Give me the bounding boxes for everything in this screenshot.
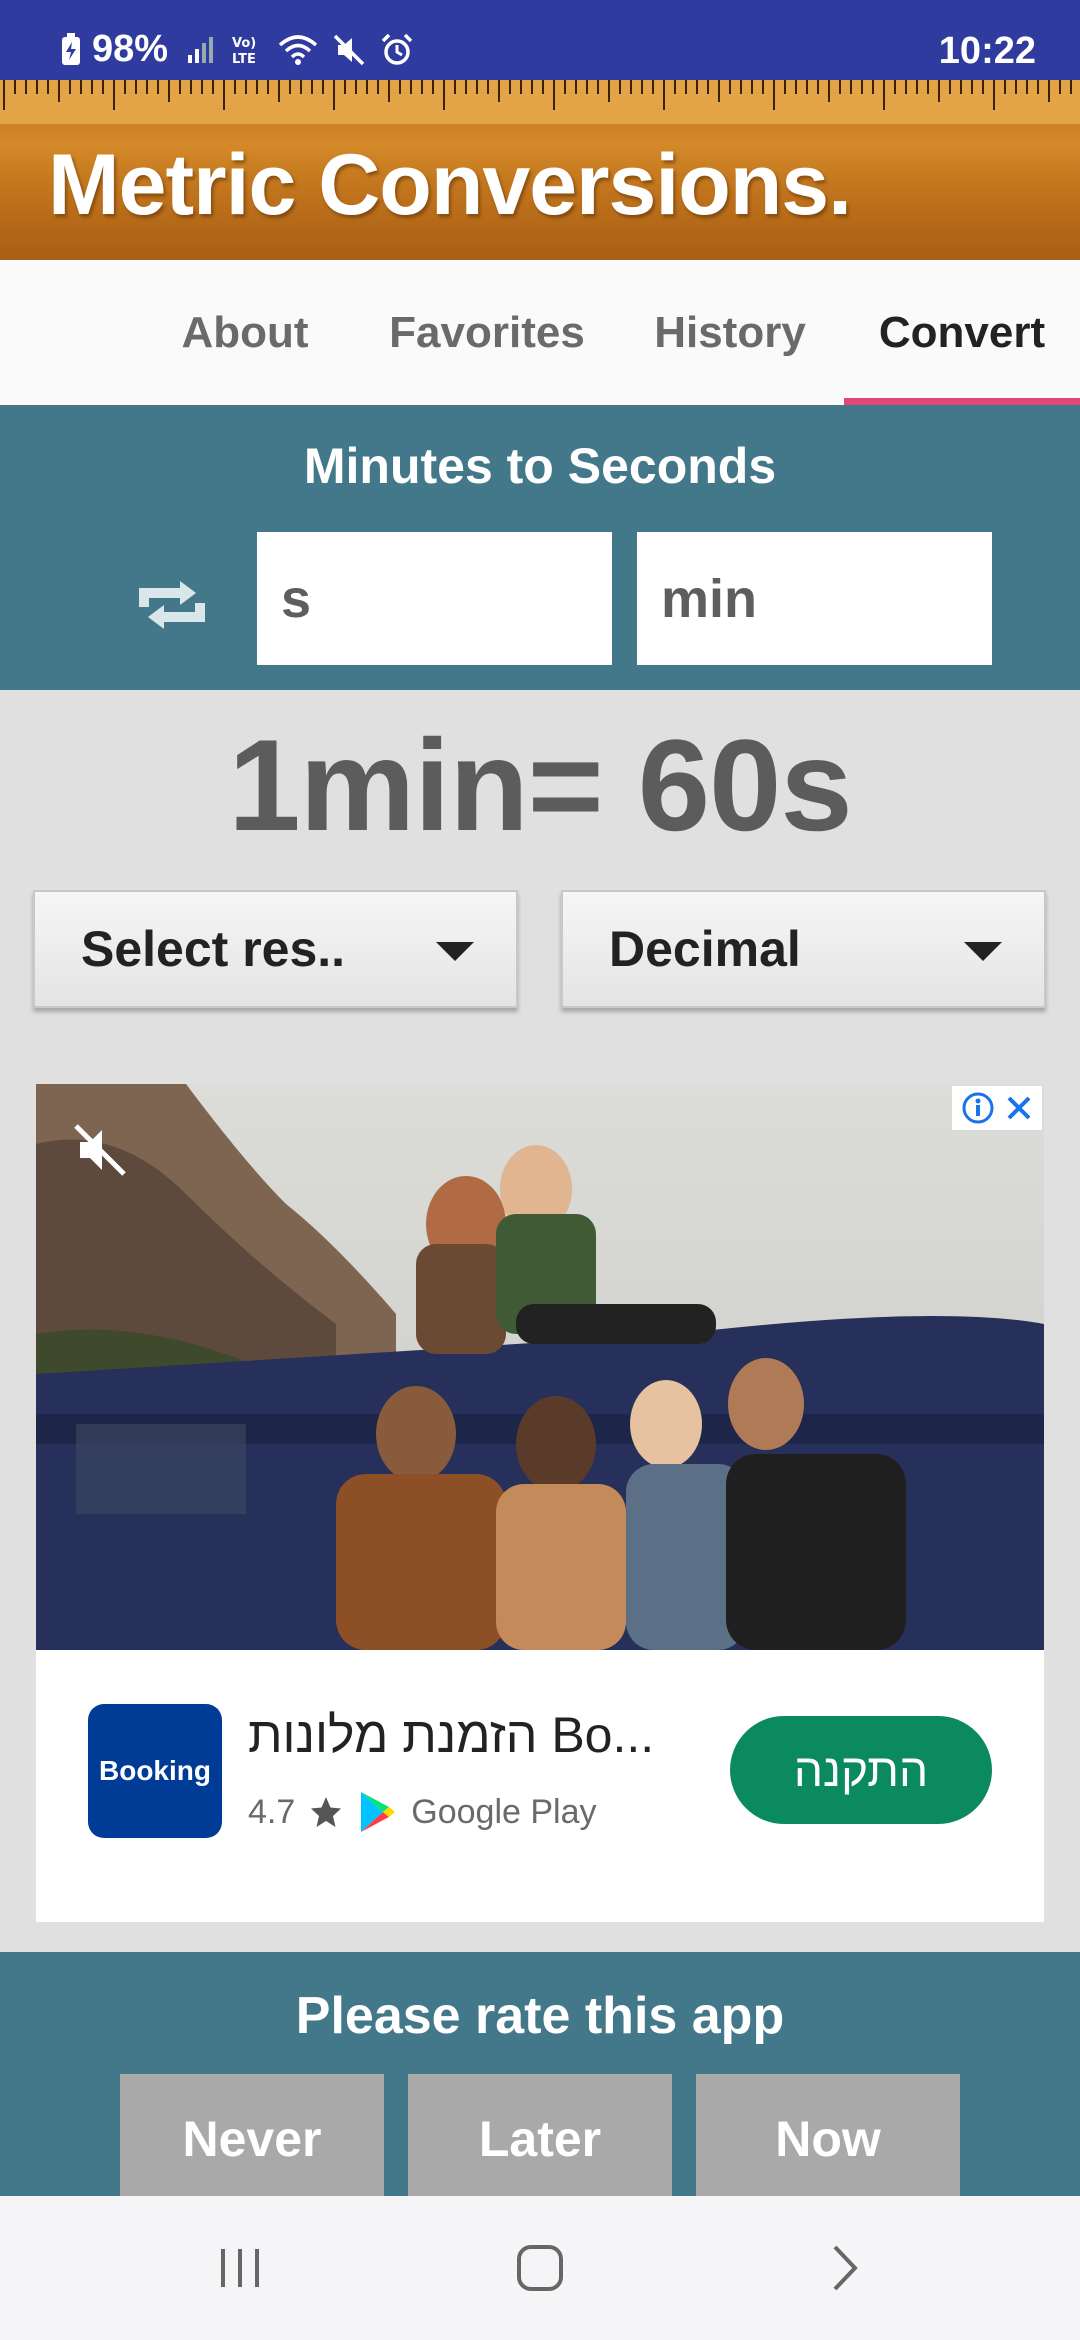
recent-apps-button[interactable] bbox=[200, 2236, 280, 2300]
status-left: 98% Vo) LTE bbox=[60, 28, 414, 71]
tab-history[interactable]: History bbox=[630, 260, 830, 405]
svg-text:LTE: LTE bbox=[232, 52, 256, 67]
recent-apps-icon bbox=[221, 2249, 259, 2287]
format-select-dropdown[interactable]: Decimal bbox=[561, 890, 1046, 1008]
home-button[interactable] bbox=[500, 2236, 580, 2300]
ad-rating-row: 4.7 Google Play bbox=[248, 1790, 597, 1834]
tab-bar: About Favorites History Convert bbox=[0, 260, 1080, 405]
alarm-icon bbox=[381, 33, 413, 65]
app-title: Metric Conversions. bbox=[48, 137, 852, 233]
google-play-icon bbox=[361, 1792, 396, 1832]
tab-label: Favorites bbox=[389, 307, 585, 357]
signal-icon bbox=[188, 36, 214, 63]
from-unit-field[interactable]: s bbox=[257, 532, 612, 665]
mute-icon bbox=[74, 1124, 126, 1176]
conversion-panel: Minutes to Seconds s min bbox=[0, 405, 1080, 690]
swap-icon bbox=[139, 581, 205, 629]
rate-panel: Please rate this app Never Later Now bbox=[0, 1952, 1080, 2196]
home-icon bbox=[517, 2245, 563, 2291]
ad-install-button[interactable]: התקנה bbox=[730, 1716, 992, 1824]
rate-never-button[interactable]: Never bbox=[120, 2074, 384, 2196]
ad-banner[interactable]: Booking הזמנת מלונות Bo... 4.7 Google Pl… bbox=[36, 1084, 1044, 1922]
ad-rating-value: 4.7 bbox=[248, 1792, 296, 1831]
tab-label: Convert bbox=[878, 307, 1046, 357]
mute-icon bbox=[333, 34, 365, 65]
tab-convert[interactable]: Convert bbox=[844, 260, 1080, 405]
ad-mute-button[interactable] bbox=[72, 1122, 128, 1183]
conversion-result: 1min= 60s bbox=[228, 712, 852, 858]
result-select-dropdown[interactable]: Select res.. bbox=[33, 890, 518, 1008]
back-button[interactable] bbox=[804, 2236, 884, 2300]
rate-later-button[interactable]: Later bbox=[408, 2074, 672, 2196]
active-tab-indicator bbox=[844, 398, 1080, 405]
status-time: 10:22 bbox=[938, 30, 1036, 72]
rate-title: Please rate this app bbox=[295, 1987, 785, 2045]
star-icon bbox=[311, 1797, 342, 1827]
ad-info: Booking הזמנת מלונות Bo... 4.7 Google Pl… bbox=[36, 1650, 1044, 1922]
ruler-graphic bbox=[0, 80, 1080, 124]
ad-choices[interactable] bbox=[952, 1086, 1042, 1130]
dropdown-value: Decimal bbox=[609, 921, 801, 977]
system-nav-bar bbox=[0, 2196, 1080, 2340]
ad-store-name: Google Play bbox=[411, 1792, 597, 1831]
from-unit-value: s bbox=[281, 568, 312, 629]
info-icon bbox=[962, 1092, 994, 1124]
tab-label: About bbox=[181, 307, 309, 357]
status-bar: 98% Vo) LTE 10:22 bbox=[0, 0, 1080, 80]
close-icon bbox=[1007, 1096, 1031, 1120]
tab-about[interactable]: About bbox=[150, 260, 340, 405]
chevron-right-icon bbox=[833, 2245, 858, 2291]
wifi-icon bbox=[278, 34, 318, 65]
tab-favorites[interactable]: Favorites bbox=[370, 260, 604, 405]
dropdown-value: Select res.. bbox=[81, 921, 346, 977]
conversion-title: Minutes to Seconds bbox=[303, 438, 777, 494]
chevron-down-icon bbox=[964, 942, 1002, 961]
ad-photo bbox=[36, 1084, 1044, 1650]
rate-now-button[interactable]: Now bbox=[696, 2074, 960, 2196]
tab-label: History bbox=[654, 307, 806, 357]
ad-headline: הזמנת מלונות Bo... bbox=[248, 1707, 655, 1763]
to-unit-value: min bbox=[661, 568, 758, 629]
booking-logo-text: Booking bbox=[99, 1755, 211, 1786]
swap-units-button[interactable] bbox=[132, 565, 212, 645]
chevron-down-icon bbox=[436, 942, 474, 961]
battery-percent: 98% bbox=[92, 28, 169, 70]
to-unit-field[interactable]: min bbox=[637, 532, 992, 665]
battery-charging-icon bbox=[62, 32, 80, 65]
svg-text:Vo): Vo) bbox=[232, 36, 256, 51]
booking-logo: Booking bbox=[88, 1704, 222, 1838]
volte-icon: Vo) LTE bbox=[232, 36, 256, 67]
app-header: Metric Conversions. bbox=[0, 80, 1080, 260]
ad-video-image[interactable] bbox=[36, 1084, 1044, 1650]
